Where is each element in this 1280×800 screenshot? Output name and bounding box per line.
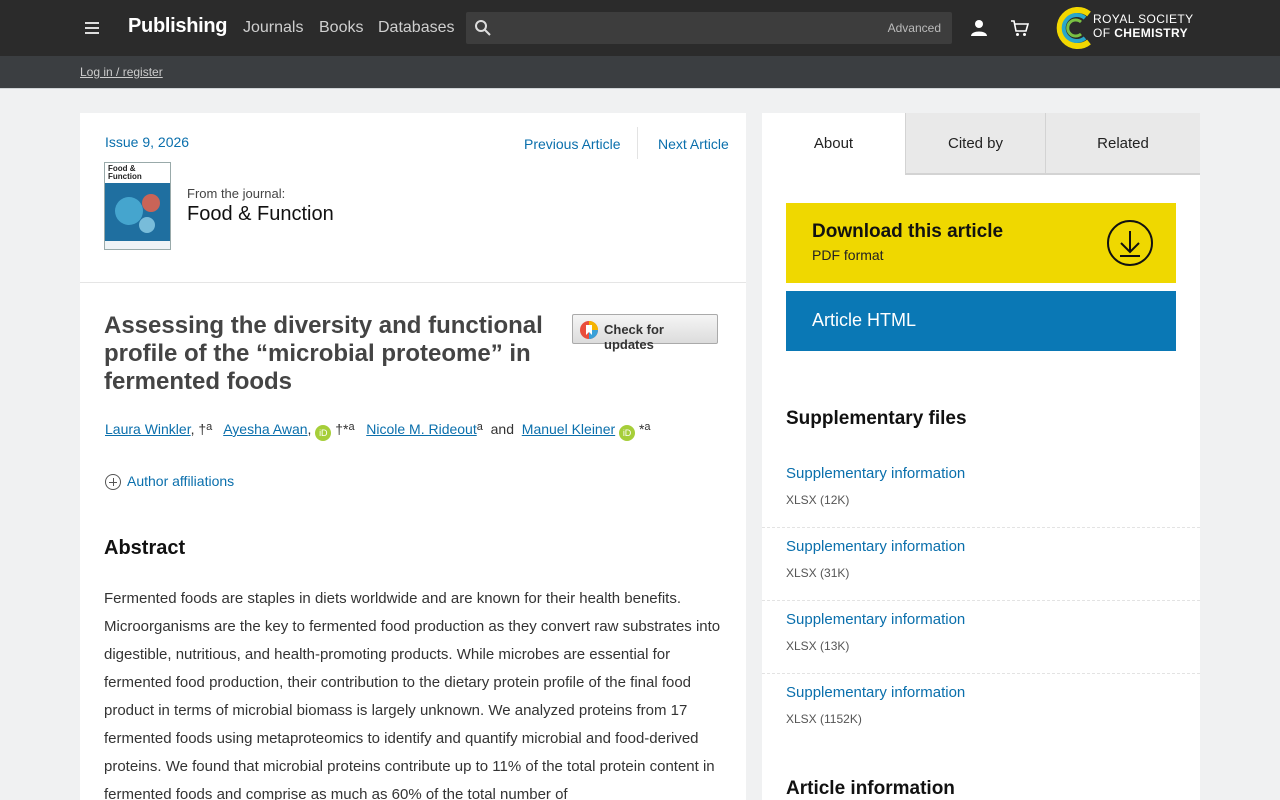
author-affiliations-toggle[interactable]: Author affiliations xyxy=(105,473,234,490)
issue-link[interactable]: Issue 9, 2026 xyxy=(105,134,189,150)
author-sup: a xyxy=(348,421,355,433)
supplementary-meta: XLSX (13K) xyxy=(786,639,850,653)
supplementary-link[interactable]: Supplementary information xyxy=(786,465,965,482)
hamburger-menu-icon[interactable] xyxy=(80,16,104,40)
check-updates-label: Check for updates xyxy=(604,322,664,352)
tab-related[interactable]: Related xyxy=(1045,113,1200,175)
logo-text-chemistry: CHEMISTRY xyxy=(1114,26,1189,40)
cover-title: Food & Function xyxy=(108,164,142,181)
previous-article-link[interactable]: Previous Article xyxy=(524,136,620,152)
author-affiliations-label: Author affiliations xyxy=(127,473,235,489)
article-title: Assessing the diversity and functional p… xyxy=(104,312,543,395)
journal-name-link[interactable]: Food & Function xyxy=(187,203,334,226)
article-side-panel: About Cited by Related Download this art… xyxy=(762,113,1200,800)
supplementary-item: Supplementary information XLSX (12K) xyxy=(762,455,1200,528)
author-link[interactable]: Manuel Kleiner xyxy=(522,421,615,437)
user-account-icon[interactable] xyxy=(970,19,988,37)
author-conjunction: and xyxy=(490,421,514,437)
supplementary-meta: XLSX (31K) xyxy=(786,566,850,580)
author-sup: a xyxy=(476,421,483,433)
supplementary-link[interactable]: Supplementary information xyxy=(786,684,965,701)
search-box: Advanced xyxy=(466,12,952,44)
next-article-link[interactable]: Next Article xyxy=(658,136,729,152)
journal-cover-image[interactable]: Food & Function xyxy=(104,162,171,250)
author-suffix: * xyxy=(635,421,645,437)
download-article-button[interactable]: Download this article PDF format xyxy=(786,203,1176,283)
author-sup: a xyxy=(206,421,213,433)
login-register-link[interactable]: Log in / register xyxy=(80,65,163,79)
supplementary-item: Supplementary information XLSX (1152K) xyxy=(762,674,1200,747)
article-information-heading: Article information xyxy=(786,778,955,799)
download-format: PDF format xyxy=(812,247,884,263)
tab-about[interactable]: About xyxy=(762,113,905,175)
advanced-search-link[interactable]: Advanced xyxy=(888,21,941,35)
orcid-icon[interactable]: iD xyxy=(315,425,332,441)
supplementary-item: Supplementary information XLSX (31K) xyxy=(762,528,1200,601)
article-html-label: Article HTML xyxy=(812,310,917,330)
supplementary-link[interactable]: Supplementary information xyxy=(786,538,965,555)
orcid-icon[interactable]: iD xyxy=(619,425,636,441)
logo-text-line1: ROYAL SOCIETY xyxy=(1093,12,1194,26)
nav-journals-link[interactable]: Journals xyxy=(243,19,303,37)
author-sup: a xyxy=(644,421,651,433)
account-bar: Log in / register xyxy=(0,56,1280,89)
search-icon[interactable] xyxy=(474,19,492,37)
nav-books-link[interactable]: Books xyxy=(319,19,363,37)
author-suffix: , † xyxy=(190,421,207,437)
author-link[interactable]: Nicole M. Rideout xyxy=(366,421,477,437)
expand-plus-icon xyxy=(105,474,121,490)
supplementary-meta: XLSX (1152K) xyxy=(786,712,862,726)
check-for-updates-button[interactable]: Check for updates xyxy=(572,314,718,352)
abstract-heading: Abstract xyxy=(104,537,186,559)
tab-cited-by[interactable]: Cited by xyxy=(905,113,1045,175)
article-html-button[interactable]: Article HTML xyxy=(786,291,1176,351)
supplementary-meta: XLSX (12K) xyxy=(786,493,850,507)
abstract-text: Fermented foods are staples in diets wor… xyxy=(104,590,721,800)
supplementary-item: Supplementary information XLSX (13K) xyxy=(762,601,1200,674)
download-title: Download this article xyxy=(812,221,1004,242)
top-navigation-bar: Publishing Journals Books Databases Adva… xyxy=(0,0,1280,56)
header-divider xyxy=(80,282,746,283)
article-nav-divider xyxy=(637,127,638,159)
download-icon xyxy=(1107,220,1153,266)
check-updates-icon xyxy=(580,321,598,339)
author-list: Laura Winkler, †a Ayesha Awan, iD †*a Ni… xyxy=(105,421,651,441)
supplementary-files-heading: Supplementary files xyxy=(786,408,967,429)
publishing-brand-link[interactable]: Publishing xyxy=(128,15,228,38)
article-card: Issue 9, 2026 Previous Article Next Arti… xyxy=(80,113,746,800)
author-link[interactable]: Laura Winkler xyxy=(105,421,191,437)
supplementary-link[interactable]: Supplementary information xyxy=(786,611,965,628)
logo-text-line2: OF CHEMISTRY xyxy=(1093,26,1188,40)
nav-databases-link[interactable]: Databases xyxy=(378,19,455,37)
author-link[interactable]: Ayesha Awan xyxy=(223,421,307,437)
author-suffix: †* xyxy=(331,421,349,437)
author-suffix: , xyxy=(307,421,312,437)
search-input[interactable] xyxy=(500,12,880,44)
logo-text-of: OF xyxy=(1093,26,1115,40)
from-journal-label: From the journal: xyxy=(187,186,286,201)
shopping-cart-icon[interactable] xyxy=(1010,19,1030,37)
